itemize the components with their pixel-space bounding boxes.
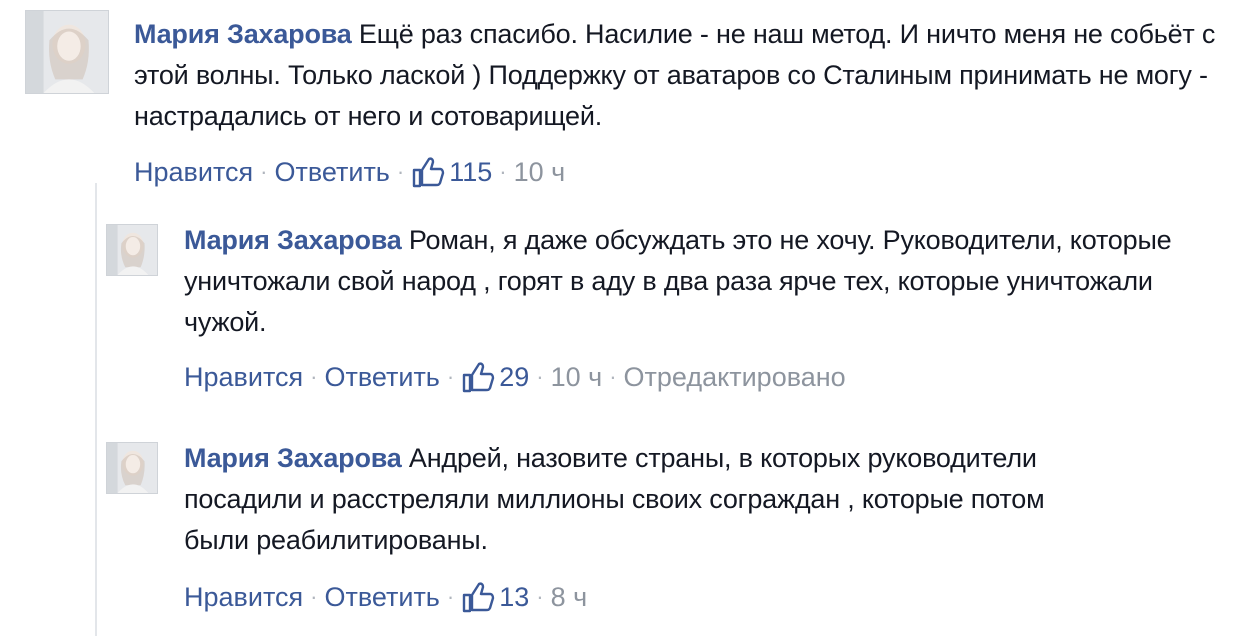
separator-dot: · [499,159,507,184]
avatar[interactable] [106,442,158,494]
comment-reply: Мария Захарова Андрей, назовите страны, … [0,410,1242,636]
thumbs-up-icon [413,157,445,188]
thumbs-up-icon [463,362,495,393]
comment-actions: Нравится · Ответить · 115 · 10 ч [134,155,565,189]
comment-top-level: Мария Захарова Ещё раз спасибо. Насилие … [0,0,1242,190]
like-count: 29 [499,362,530,392]
avatar-photo [107,225,157,275]
separator-dot: · [536,364,544,389]
comment-actions: Нравится · Ответить · 29 · 10 ч · Отреда… [184,360,846,394]
comment-text-block: Мария Захарова Андрей, назовите страны, … [184,438,1064,561]
comment-timestamp[interactable]: 10 ч [514,155,566,189]
like-link[interactable]: Нравится [184,580,303,614]
avatar-photo [26,11,108,93]
comment-author[interactable]: Мария Захарова [184,443,402,473]
reply-link[interactable]: Ответить [324,580,439,614]
comment-actions: Нравится · Ответить · 13 · 8 ч [184,580,587,614]
like-count-button[interactable]: 13 [461,580,529,614]
like-count-button[interactable]: 115 [411,155,492,189]
like-count: 115 [449,157,493,187]
separator-dot: · [446,364,455,389]
like-link[interactable]: Нравится [184,360,303,394]
thumbs-up-icon [463,582,495,613]
edited-label[interactable]: Отредактировано [624,360,846,394]
comment-text-block: Мария Захарова Ещё раз спасибо. Насилие … [134,14,1224,137]
like-link[interactable]: Нравится [134,155,253,189]
reply-link[interactable]: Ответить [324,360,439,394]
separator-dot: · [446,584,455,609]
reply-link[interactable]: Ответить [274,155,389,189]
avatar[interactable] [106,224,158,276]
avatar-photo [107,443,157,493]
separator-dot: · [310,364,318,389]
like-count-button[interactable]: 29 [461,360,529,394]
separator-dot: · [260,159,268,184]
separator-dot: · [310,584,318,609]
like-count: 13 [499,582,530,612]
separator-dot: · [396,159,405,184]
separator-dot: · [536,584,544,609]
comment-author[interactable]: Мария Захарова [184,225,402,255]
comment-reply: Мария Захарова Роман, я даже обсуждать э… [0,190,1242,410]
comment-timestamp[interactable]: 10 ч [551,360,603,394]
comment-timestamp[interactable]: 8 ч [551,580,588,614]
comment-author[interactable]: Мария Захарова [134,19,352,49]
comment-text-block: Мария Захарова Роман, я даже обсуждать э… [184,220,1194,343]
separator-dot: · [609,364,617,389]
avatar[interactable] [25,10,109,94]
